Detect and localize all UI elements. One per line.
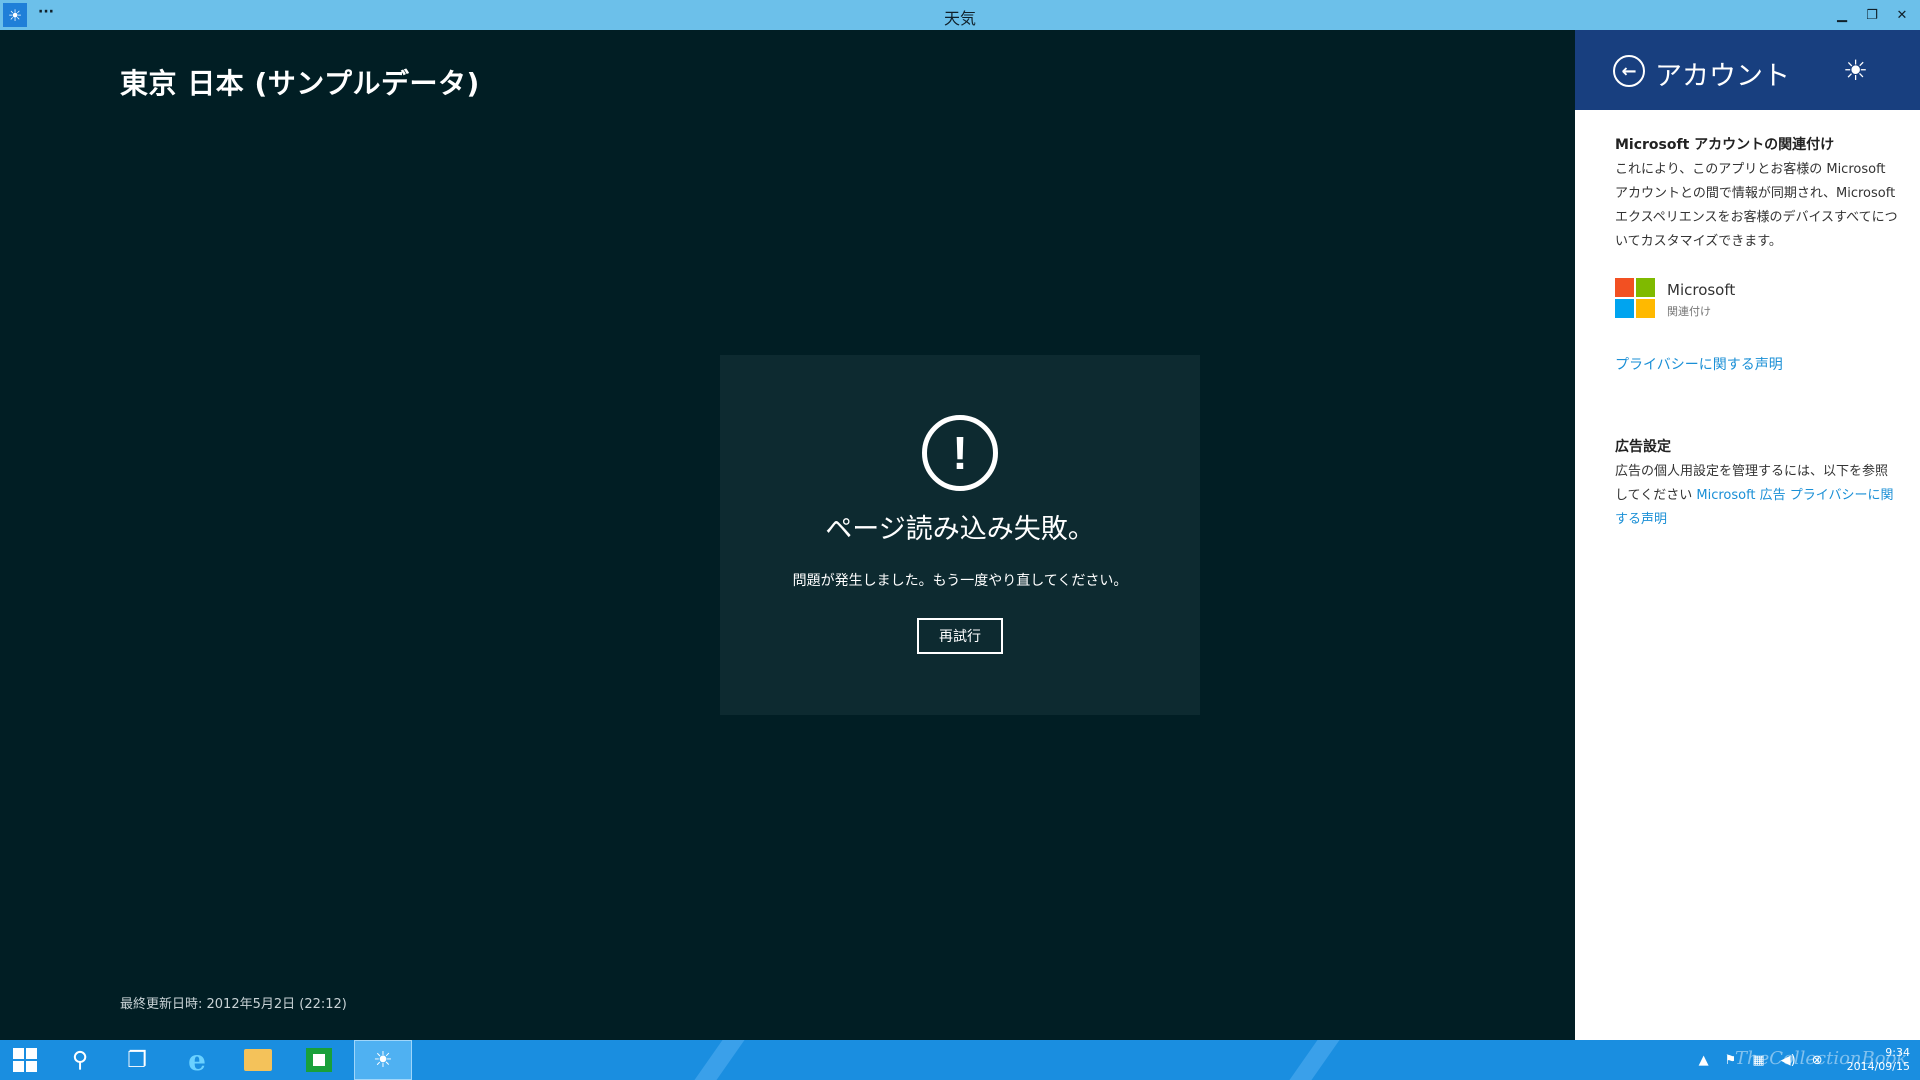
start-button[interactable] — [0, 1040, 50, 1080]
microsoft-account-section: Microsoft アカウントの関連付け これにより、このアプリとお客様の Mi… — [1615, 134, 1900, 254]
weather-main: 東京 日本 (サンプルデータ) ! ページ読み込み失敗。 問題が発生しました。も… — [0, 30, 1575, 1040]
account-title: アカウント — [1655, 61, 1790, 92]
microsoft-connect-button[interactable]: Microsoft 関連付け — [1615, 278, 1735, 319]
minimize-button[interactable]: ▁ — [1830, 3, 1854, 27]
privacy-statement-link[interactable]: プライバシーに関する声明 — [1615, 354, 1783, 374]
file-explorer-button[interactable] — [233, 1040, 283, 1080]
windows-logo-icon — [13, 1048, 37, 1072]
store-button[interactable] — [294, 1040, 344, 1080]
microsoft-connect-label: 関連付け — [1667, 305, 1711, 318]
ad-settings-description: 広告の個人用設定を管理するには、以下を参照してください Microsoft 広告… — [1615, 460, 1900, 532]
notification-icon[interactable]: ⊗ — [1812, 1053, 1823, 1068]
title-bar: ☀ ··· 天気 ▁ ❐ ✕ — [0, 0, 1920, 30]
location-title: 東京 日本 (サンプルデータ) — [120, 67, 480, 100]
microsoft-logo-icon — [1615, 278, 1655, 318]
back-button[interactable]: ← — [1613, 55, 1645, 87]
exclamation-icon: ! — [922, 415, 998, 491]
retry-button[interactable]: 再試行 — [917, 618, 1003, 654]
task-view-button[interactable]: ❐ — [112, 1040, 162, 1080]
clock[interactable]: 9:34 2014/09/15 — [1847, 1046, 1910, 1074]
account-panel: ← アカウント ☀ Microsoft アカウントの関連付け これにより、このア… — [1575, 30, 1920, 1040]
clock-date: 2014/09/15 — [1846, 1060, 1910, 1073]
close-button[interactable]: ✕ — [1890, 3, 1914, 27]
folder-icon — [244, 1049, 272, 1071]
weather-taskbar-button[interactable]: ☀ — [354, 1040, 412, 1080]
microsoft-account-description: これにより、このアプリとお客様の Microsoft アカウントとの間で情報が同… — [1615, 162, 1898, 249]
search-button[interactable]: ⚲ — [55, 1040, 105, 1080]
clock-time: 9:34 — [1885, 1046, 1910, 1059]
search-icon: ⚲ — [71, 1047, 89, 1073]
microsoft-provider-name: Microsoft — [1667, 281, 1736, 299]
internet-explorer-icon: e — [188, 1043, 206, 1077]
system-tray: ▲ ⚑ ▦ ◀) ⊗ 9:34 2014/09/15 — [1691, 1040, 1910, 1080]
ad-settings-section: 広告設定 広告の個人用設定を管理するには、以下を参照してください Microso… — [1615, 436, 1900, 532]
volume-icon[interactable]: ◀) — [1781, 1053, 1796, 1068]
back-arrow-icon: ← — [1621, 60, 1637, 82]
window-title: 天気 — [943, 9, 976, 28]
ad-settings-heading: 広告設定 — [1615, 439, 1671, 455]
show-hidden-icons-button[interactable]: ▲ — [1699, 1053, 1709, 1068]
account-header: ← アカウント ☀ — [1575, 30, 1920, 110]
microsoft-account-heading: Microsoft アカウントの関連付け — [1615, 137, 1835, 153]
action-center-flag-icon[interactable]: ⚑ — [1725, 1053, 1737, 1068]
error-title: ページ読み込み失敗。 — [825, 514, 1095, 545]
task-view-icon: ❐ — [127, 1047, 147, 1073]
sun-icon: ☀ — [1843, 54, 1869, 87]
taskbar: ⚲ ❐ e ☀ TheCollectionBook ▲ ⚑ ▦ ◀) ⊗ 9:3… — [0, 1040, 1920, 1080]
store-icon — [306, 1048, 332, 1072]
restore-button[interactable]: ❐ — [1860, 3, 1884, 27]
internet-explorer-button[interactable]: e — [172, 1040, 222, 1080]
network-icon[interactable]: ▦ — [1752, 1053, 1764, 1068]
weather-sun-icon: ☀ — [373, 1047, 393, 1073]
last-updated-text: 最終更新日時: 2012年5月2日 (22:12) — [120, 997, 347, 1012]
error-message: 問題が発生しました。もう一度やり直してください。 — [792, 573, 1128, 589]
error-card: ! ページ読み込み失敗。 問題が発生しました。もう一度やり直してください。 再試… — [720, 355, 1200, 715]
